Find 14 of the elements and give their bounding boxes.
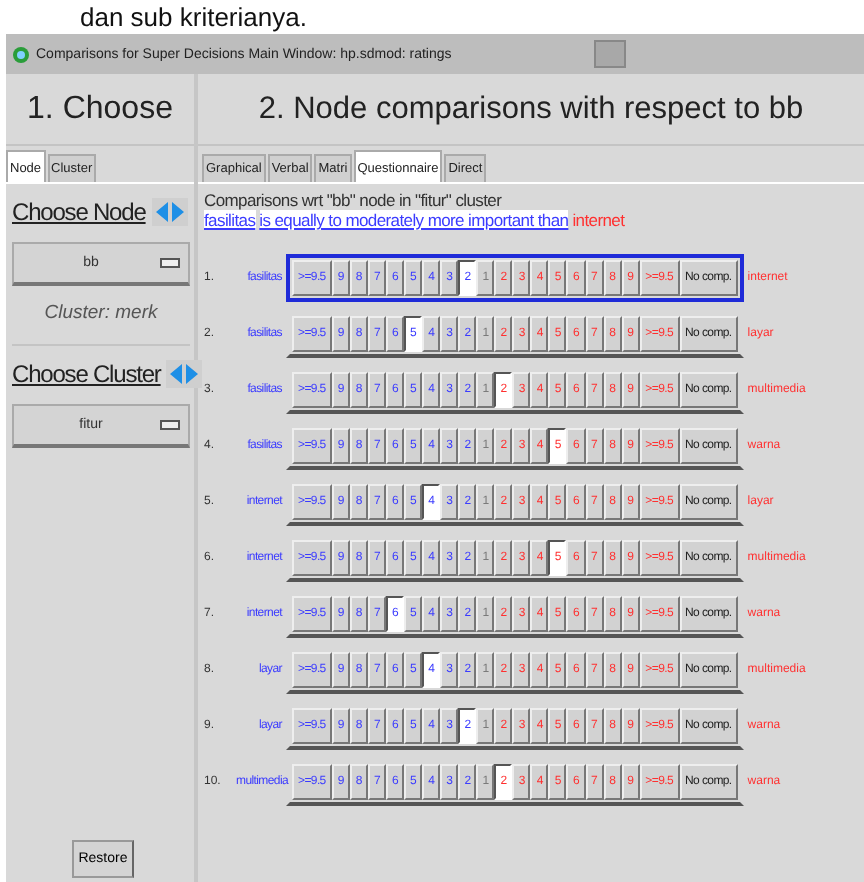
caption-text: dan sub kriterianya. (78, 0, 309, 34)
cluster-info: Cluster: merk (12, 286, 190, 346)
comparison-info: Comparisons wrt "bb" node in "fitur" cluster (202, 188, 504, 210)
left-right-arrows-icon[interactable] (151, 198, 188, 226)
verdict-phrase-link[interactable]: is equally to moderately more important than (259, 210, 569, 230)
verdict-node-label: internet (572, 210, 625, 230)
choose-cluster-label: Choose Cluster (12, 360, 161, 388)
app-icon (12, 45, 30, 63)
left-right-arrows-icon[interactable] (166, 360, 203, 388)
choose-node-label: Choose Node (12, 198, 146, 226)
panel-heading: 1. Choose (6, 74, 194, 146)
verdict-node-link[interactable]: fasilitas (204, 210, 256, 230)
panel-heading: 2. Node comparisons with respect to bb (198, 74, 864, 146)
window-button[interactable] (593, 40, 626, 68)
